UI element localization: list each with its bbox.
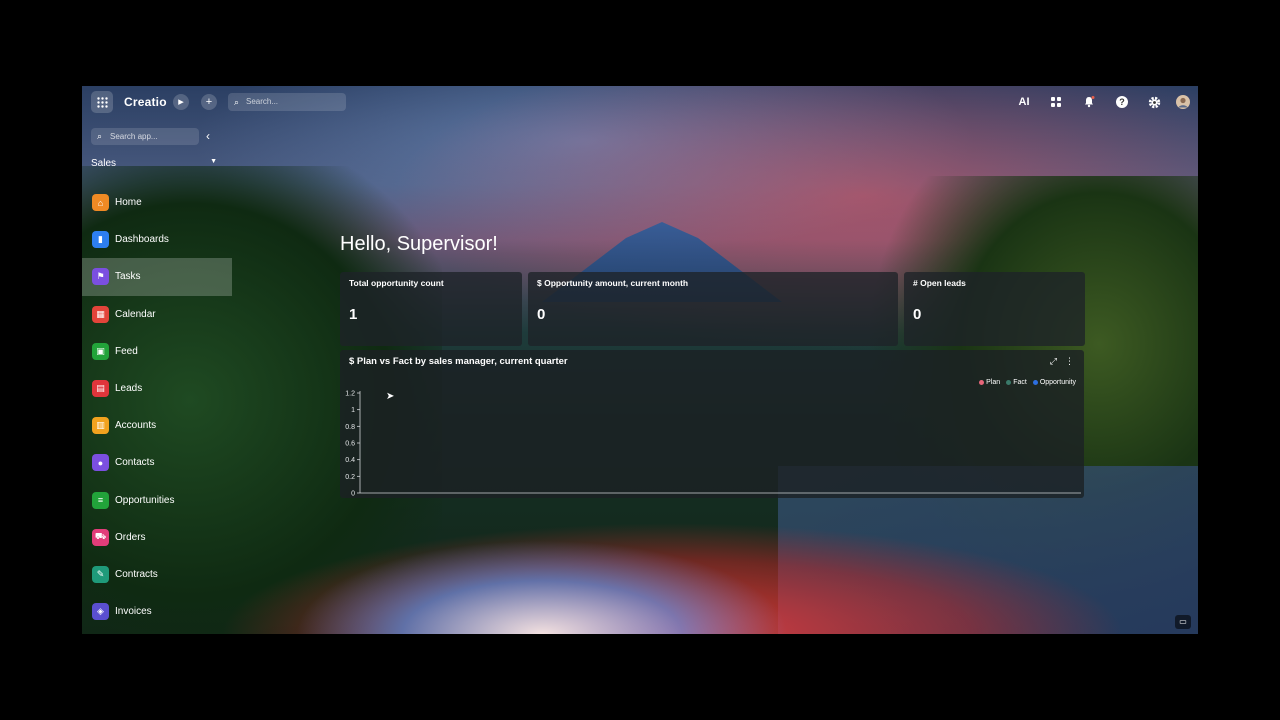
add-button[interactable]: + bbox=[201, 94, 217, 110]
kpi-card-title: Total opportunity count bbox=[349, 278, 444, 288]
page-greeting: Hello, Supervisor! bbox=[340, 233, 498, 255]
sidebar-item-label: Leads bbox=[115, 383, 143, 395]
y-tick-label: 0.2 bbox=[345, 474, 355, 481]
kpi-card-total-opportunity-count[interactable]: Total opportunity count 1 bbox=[340, 272, 522, 346]
sidebar-item-label: Orders bbox=[115, 531, 146, 543]
sidebar-item-label: Home bbox=[115, 197, 142, 209]
workplace-label: Sales bbox=[91, 158, 117, 169]
global-search-input[interactable]: ⌕ Search... bbox=[228, 93, 346, 111]
kpi-card-value: 0 bbox=[537, 306, 546, 323]
help-icon: ? bbox=[1116, 96, 1128, 108]
invoices-icon: ◈ bbox=[92, 603, 109, 621]
svg-text:?: ? bbox=[1119, 97, 1125, 107]
notifications-button[interactable] bbox=[1081, 94, 1097, 110]
search-icon: ⌕ bbox=[97, 131, 103, 141]
chart-plot: 0 0.2 0.4 0.6 0.8 1 1.2 bbox=[345, 391, 1081, 498]
apps-grid-icon bbox=[96, 96, 108, 108]
y-tick-label: 0.6 bbox=[345, 441, 355, 448]
contracts-icon: ✎ bbox=[92, 565, 109, 583]
caret-down-icon: ▼ bbox=[210, 158, 217, 165]
sidebar-item-tasks[interactable]: ⚑ Tasks bbox=[82, 258, 232, 296]
settings-button[interactable] bbox=[1146, 94, 1162, 110]
apps-icon bbox=[1051, 97, 1061, 107]
kpi-card-title: # Open leads bbox=[913, 278, 966, 288]
apps-grid-button[interactable] bbox=[91, 91, 113, 113]
sidebar-item-label: Invoices bbox=[115, 606, 152, 618]
sidebar-item-contracts[interactable]: ✎ Contracts bbox=[82, 556, 232, 593]
opportunities-icon: ≡ bbox=[92, 491, 109, 509]
search-icon: ⌕ bbox=[234, 97, 240, 107]
app-logo[interactable]: Creatio bbox=[124, 95, 167, 109]
cart-icon: ⛟ bbox=[92, 528, 109, 546]
sidebar-item-leads[interactable]: ▤ Leads bbox=[82, 370, 232, 407]
sidebar-item-label: Tasks bbox=[115, 271, 141, 283]
sidebar-item-label: Calendar bbox=[115, 308, 156, 320]
chevron-left-icon: ‹ bbox=[206, 129, 210, 143]
sidebar-item-orders[interactable]: ⛟ Orders bbox=[82, 519, 232, 556]
run-process-button[interactable]: ▸ bbox=[173, 94, 189, 110]
ai-button[interactable]: AI bbox=[1016, 94, 1032, 110]
calendar-icon: ▦ bbox=[92, 305, 109, 323]
leads-icon: ▤ bbox=[92, 380, 109, 398]
sidebar-item-label: Contacts bbox=[115, 457, 155, 469]
kpi-card-value: 1 bbox=[349, 306, 358, 323]
app-search-input[interactable]: ⌕ Search app... bbox=[91, 128, 199, 145]
home-icon: ⌂ bbox=[92, 194, 109, 212]
chart-panel: $ Plan vs Fact by sales manager, current… bbox=[340, 350, 1084, 498]
kpi-card-opportunity-amount[interactable]: $ Opportunity amount, current month 0 bbox=[528, 272, 898, 346]
monitor-icon: ▭ bbox=[1179, 617, 1187, 626]
mouse-cursor: ➤ bbox=[386, 391, 395, 402]
sidebar-item-accounts[interactable]: ▥ Accounts bbox=[82, 407, 232, 444]
sidebar-item-label: Dashboards bbox=[115, 234, 169, 246]
sidebar-item-contacts[interactable]: ● Contacts bbox=[82, 444, 232, 481]
play-icon: ▸ bbox=[178, 96, 184, 108]
sidebar-item-label: Feed bbox=[115, 345, 138, 357]
sidebar-item-calendar[interactable]: ▦ Calendar bbox=[82, 296, 232, 333]
y-tick-label: 0.4 bbox=[345, 457, 355, 464]
background-light-trails bbox=[122, 486, 1122, 634]
sidebar-item-label: Contracts bbox=[115, 568, 158, 580]
accounts-icon: ▥ bbox=[92, 417, 109, 435]
kpi-card-open-leads[interactable]: # Open leads 0 bbox=[904, 272, 1085, 346]
avatar bbox=[1176, 95, 1190, 109]
app-window: Creatio ▸ + ⌕ Search... AI ? ⌕ Search ap… bbox=[82, 86, 1198, 634]
presentation-button[interactable]: ▭ bbox=[1175, 615, 1191, 629]
search-placeholder: Search... bbox=[246, 97, 279, 106]
sidebar-item-label: Accounts bbox=[115, 420, 157, 432]
y-tick-label: 0 bbox=[351, 491, 355, 498]
ai-icon: AI bbox=[1018, 96, 1030, 108]
flag-icon: ⚑ bbox=[92, 268, 109, 286]
sidebar-item-opportunities[interactable]: ≡ Opportunities bbox=[82, 482, 232, 519]
y-tick-label: 0.8 bbox=[345, 424, 355, 431]
top-bar: Creatio ▸ + ⌕ Search... AI ? bbox=[82, 86, 1198, 118]
feed-icon: ▣ bbox=[92, 342, 109, 360]
sidebar-item-label: Opportunities bbox=[115, 494, 175, 506]
dashboard-icon: ▮ bbox=[92, 231, 109, 249]
sidebar-item-invoices[interactable]: ◈ Invoices bbox=[82, 593, 232, 630]
workplace-selector[interactable]: Sales ▼ bbox=[91, 158, 217, 169]
kpi-card-title: $ Opportunity amount, current month bbox=[537, 278, 689, 288]
sidebar-item-feed[interactable]: ▣ Feed bbox=[82, 333, 232, 370]
sidebar-nav: ⌂ Home ▮ Dashboards ⚑ Tasks ▦ Calendar ▣ Feed ▤ Lea… bbox=[82, 184, 232, 630]
user-profile-button[interactable] bbox=[1175, 94, 1191, 110]
y-tick-label: 1 bbox=[351, 407, 355, 414]
contacts-icon: ● bbox=[92, 454, 109, 472]
gear-icon bbox=[1148, 96, 1160, 108]
bell-icon bbox=[1085, 96, 1095, 108]
app-search-placeholder: Search app... bbox=[110, 132, 158, 141]
help-button[interactable]: ? bbox=[1114, 94, 1130, 110]
apps-button[interactable] bbox=[1048, 94, 1064, 110]
sidebar-item-dashboards[interactable]: ▮ Dashboards bbox=[82, 221, 232, 258]
plus-icon: + bbox=[205, 96, 213, 108]
collapse-sidebar-button[interactable]: ‹ bbox=[206, 129, 210, 143]
sidebar-item-home[interactable]: ⌂ Home bbox=[82, 184, 232, 221]
kpi-card-value: 0 bbox=[913, 306, 922, 323]
y-tick-label: 1.2 bbox=[345, 391, 355, 398]
